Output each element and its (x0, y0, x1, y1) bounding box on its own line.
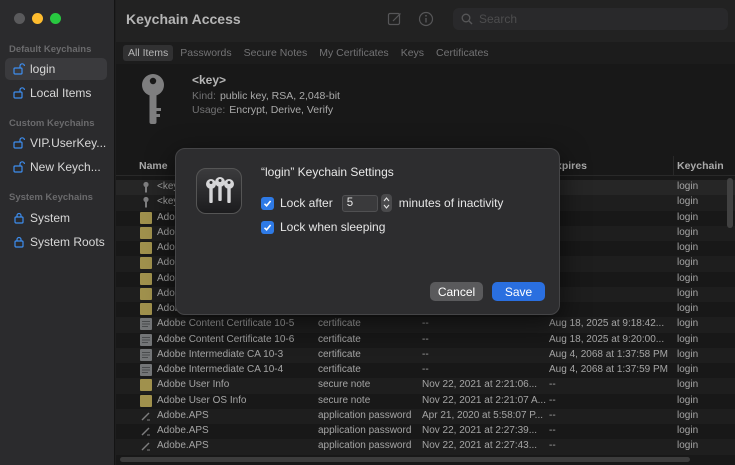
keychain-app-icon (196, 168, 242, 214)
lock-after-checkbox[interactable] (261, 196, 274, 210)
keychain-settings-dialog: “login” Keychain Settings Lock after min… (175, 148, 560, 315)
minimize-window-button[interactable] (32, 13, 43, 24)
minutes-label: minutes of inactivity (398, 196, 504, 210)
checkmark-icon (263, 223, 272, 231)
cancel-button[interactable]: Cancel (430, 282, 483, 301)
dialog-title: “login” Keychain Settings (261, 165, 394, 179)
unlocked-lock-icon (13, 137, 25, 149)
save-button[interactable]: Save (492, 282, 545, 301)
sidebar-item-label: login (30, 62, 56, 76)
sidebar-item-label: Local Items (30, 86, 92, 100)
lock-after-minutes-field[interactable] (341, 194, 378, 212)
lock-after-label: Lock after (280, 196, 333, 210)
sidebar-item-system-roots[interactable]: System Roots (5, 231, 107, 253)
lock-when-sleeping-label: Lock when sleeping (280, 220, 386, 234)
sidebar-item-system[interactable]: System (5, 207, 107, 229)
chevron-down-icon[interactable] (383, 203, 390, 210)
unlocked-lock-icon (13, 161, 25, 173)
chevron-up-icon[interactable] (383, 196, 390, 203)
checkmark-icon (263, 199, 272, 207)
sidebar-section-default: Default Keychains (9, 44, 92, 55)
sidebar-section-system: System Keychains (9, 192, 93, 203)
minutes-stepper[interactable] (380, 194, 392, 212)
sidebar-item-label: New Keych... (30, 160, 101, 174)
sidebar-section-custom: Custom Keychains (9, 118, 95, 129)
lock-icon (14, 236, 24, 248)
sidebar-item-vip-userkey[interactable]: VIP.UserKey... (5, 132, 107, 154)
lock-sleep-row: Lock when sleeping (261, 220, 385, 234)
unlocked-lock-icon (13, 63, 25, 75)
sidebar-item-new-keychain[interactable]: New Keych... (5, 156, 107, 178)
unlocked-lock-icon (13, 87, 25, 99)
sidebar-item-local-items[interactable]: Local Items (5, 82, 107, 104)
sidebar: Default Keychains login Local Items Cust… (0, 0, 115, 465)
sidebar-item-label: System Roots (30, 235, 105, 249)
sidebar-item-login[interactable]: login (5, 58, 107, 80)
close-window-button[interactable] (14, 13, 25, 24)
window-controls (14, 13, 61, 24)
lock-icon (14, 212, 24, 224)
zoom-window-button[interactable] (50, 13, 61, 24)
sidebar-item-label: VIP.UserKey... (30, 136, 107, 150)
sidebar-item-label: System (30, 211, 71, 225)
lock-after-row: Lock after minutes of inactivity (261, 194, 503, 212)
lock-when-sleeping-checkbox[interactable] (261, 220, 274, 234)
